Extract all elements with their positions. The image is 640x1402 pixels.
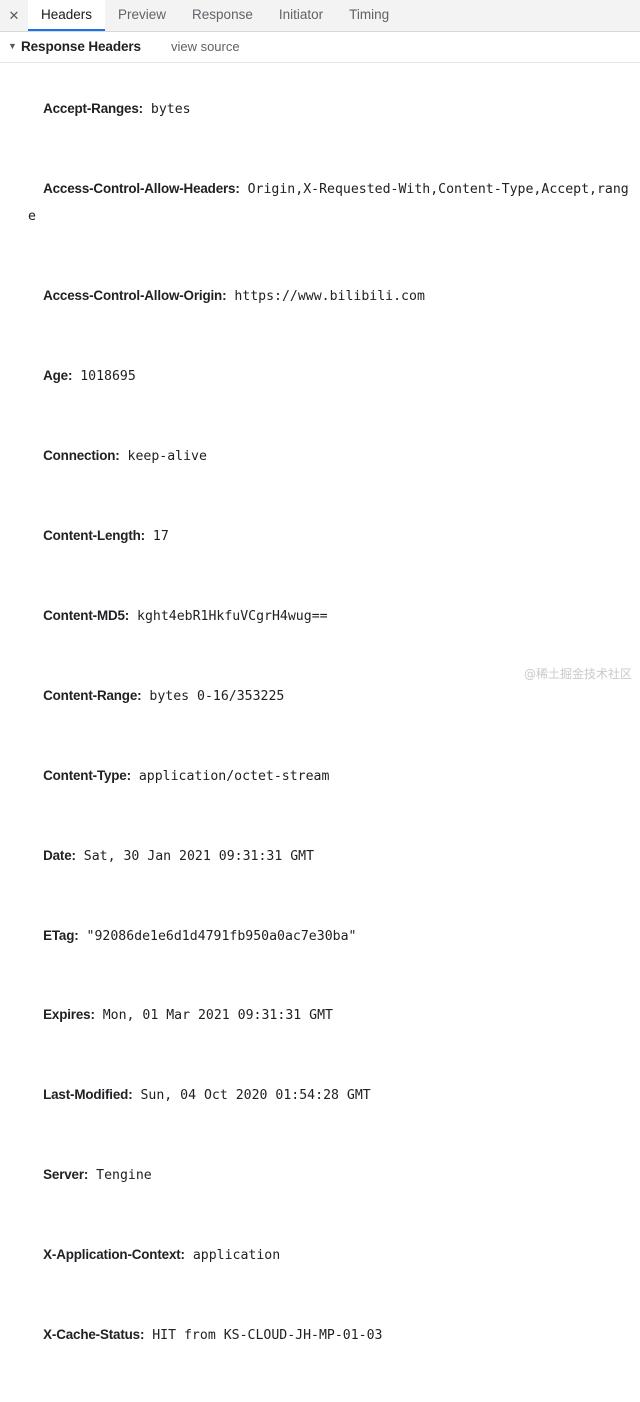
header-name: Age: <box>43 368 73 384</box>
header-value: bytes <box>142 102 191 118</box>
header-row[interactable]: Access-Control-Allow-Headers: Origin,X-R… <box>0 150 640 257</box>
response-headers-list: Accept-Ranges: bytes Access-Control-Allo… <box>0 63 640 1402</box>
header-row[interactable]: Expires: Mon, 01 Mar 2021 09:31:31 GMT <box>0 976 640 1056</box>
header-name: Server: <box>43 1167 89 1183</box>
header-value: "92086de1e6d1d4791fb950a0ac7e30ba" <box>78 928 357 944</box>
chevron-down-icon[interactable]: ▼ <box>8 41 21 51</box>
header-row[interactable]: X-Cache-Status: HIT from KS-CLOUD-JH-MP-… <box>0 1296 640 1376</box>
section-header-bar: ▼ Response Headers view source <box>0 32 640 63</box>
tab-initiator[interactable]: Initiator <box>266 0 336 31</box>
header-name: X-Cache-Status: <box>43 1326 145 1342</box>
header-row[interactable]: Last-Modified: Sun, 04 Oct 2020 01:54:28… <box>0 1056 640 1136</box>
header-row[interactable]: Server: Tengine <box>0 1136 640 1216</box>
close-icon[interactable]: ✕ <box>0 0 28 31</box>
header-value: Sat, 30 Jan 2021 09:31:31 GMT <box>75 848 315 864</box>
header-value: HIT from KS-CLOUD-JH-MP-01-03 <box>144 1327 383 1343</box>
header-row[interactable]: Content-MD5: kght4ebR1HkfuVCgrH4wug== <box>0 577 640 657</box>
header-name: Connection: <box>43 448 120 464</box>
tab-response-label: Response <box>192 7 253 22</box>
header-name: Access-Control-Allow-Headers: <box>43 181 240 197</box>
header-name: ETag: <box>43 927 79 943</box>
header-row[interactable]: X-Cache-Status: HIT from KS-CLOUD-TJ-UN-… <box>0 1376 640 1402</box>
header-name: Content-MD5: <box>43 607 130 623</box>
header-value: keep-alive <box>119 449 207 465</box>
header-value: Tengine <box>88 1168 152 1184</box>
tab-timing-label: Timing <box>349 7 390 22</box>
section-title: Response Headers <box>21 38 141 54</box>
header-row[interactable]: Age: 1018695 <box>0 337 640 417</box>
header-value: Sun, 04 Oct 2020 01:54:28 GMT <box>132 1088 371 1104</box>
view-source-link[interactable]: view source <box>171 39 240 54</box>
header-name: Content-Type: <box>43 767 131 783</box>
header-value: bytes 0-16/353225 <box>141 688 285 704</box>
header-value: 1018695 <box>72 369 136 385</box>
header-row[interactable]: Accept-Ranges: bytes <box>0 70 640 150</box>
header-row[interactable]: Content-Length: 17 <box>0 497 640 577</box>
tab-initiator-label: Initiator <box>278 7 324 22</box>
header-value: application <box>184 1248 281 1264</box>
tab-headers[interactable]: Headers <box>28 0 106 31</box>
header-row[interactable]: Access-Control-Allow-Origin: https://www… <box>0 257 640 337</box>
header-name: Content-Length: <box>43 528 145 544</box>
header-row[interactable]: X-Application-Context: application <box>0 1216 640 1296</box>
header-value: https://www.bilibili.com <box>226 289 425 305</box>
header-row[interactable]: Date: Sat, 30 Jan 2021 09:31:31 GMT <box>0 816 640 896</box>
header-row[interactable]: Content-Range: bytes 0-16/353225 <box>0 657 640 737</box>
header-row[interactable]: Content-Type: application/octet-stream <box>0 736 640 816</box>
response-headers-section-head[interactable]: ▼ Response Headers view source <box>0 32 640 60</box>
tab-response[interactable]: Response <box>179 0 266 31</box>
header-value: 17 <box>144 529 169 545</box>
tab-headers-label: Headers <box>41 7 93 22</box>
header-value: Mon, 01 Mar 2021 09:31:31 GMT <box>94 1008 333 1024</box>
tab-preview-label: Preview <box>118 7 167 22</box>
tab-timing[interactable]: Timing <box>336 0 402 31</box>
tab-preview[interactable]: Preview <box>105 0 179 31</box>
header-name: Accept-Ranges: <box>43 101 143 117</box>
header-name: Access-Control-Allow-Origin: <box>43 288 227 304</box>
header-name: Date: <box>43 847 76 863</box>
header-row[interactable]: ETag: "92086de1e6d1d4791fb950a0ac7e30ba" <box>0 896 640 976</box>
devtools-tab-bar: ✕ Headers Preview Response Initiator Tim… <box>0 0 640 32</box>
header-name: X-Application-Context: <box>43 1247 185 1263</box>
header-value: kght4ebR1HkfuVCgrH4wug== <box>129 608 328 624</box>
header-name: Expires: <box>43 1007 95 1023</box>
header-value: application/octet-stream <box>130 768 330 784</box>
header-name: Last-Modified: <box>43 1087 133 1103</box>
header-row[interactable]: Connection: keep-alive <box>0 417 640 497</box>
